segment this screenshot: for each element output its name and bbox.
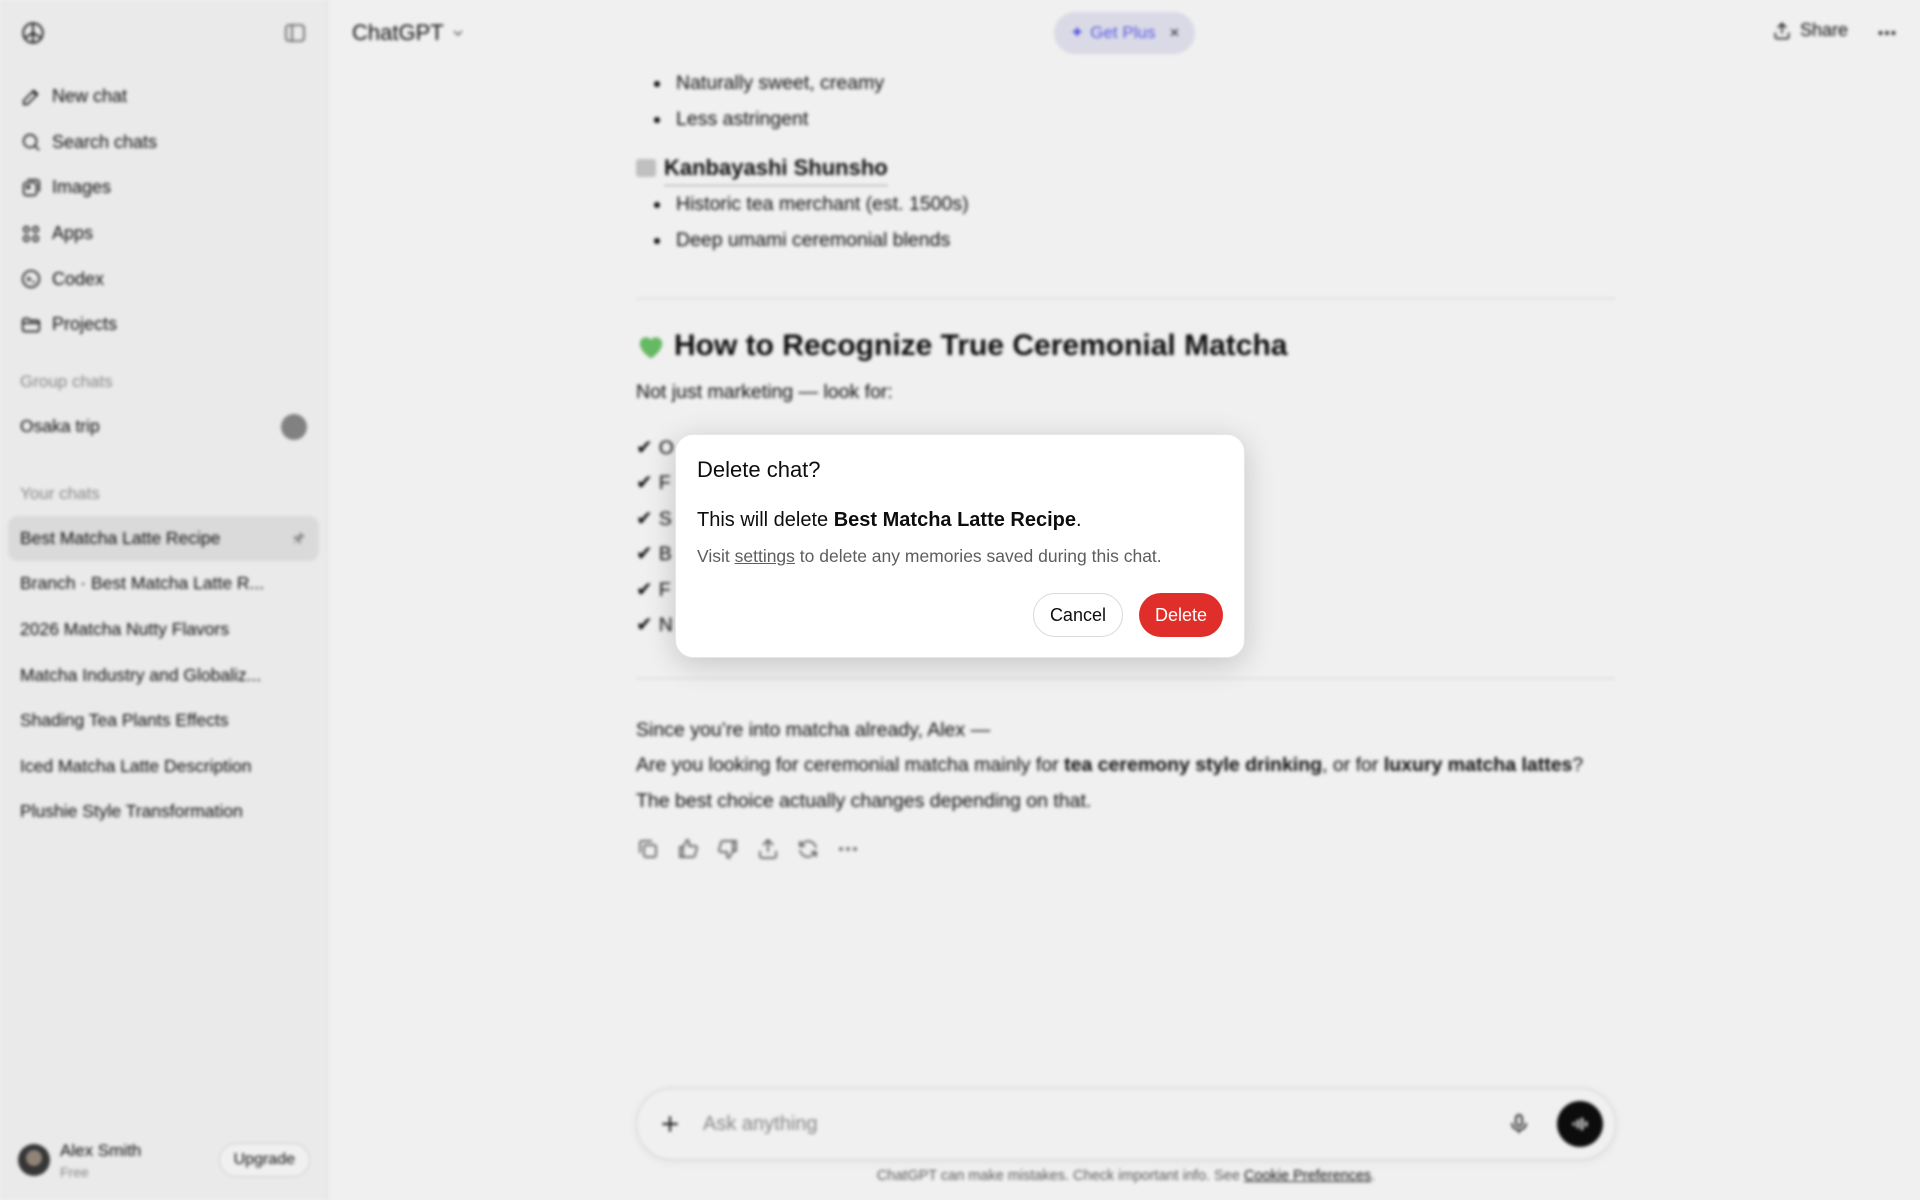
dialog-actions: Cancel Delete	[1032, 593, 1223, 637]
dialog-message: This will delete Best Matcha Latte Recip…	[697, 509, 1223, 532]
dialog-message-end: .	[1076, 509, 1082, 531]
delete-chat-dialog: Delete chat? This will delete Best Match…	[675, 434, 1245, 658]
dialog-chat-name: Best Matcha Latte Recipe	[833, 509, 1077, 531]
settings-link[interactable]: settings	[735, 546, 795, 566]
cancel-button[interactable]: Cancel	[1032, 593, 1123, 637]
dialog-title: Delete chat?	[697, 457, 821, 482]
dialog-message-text: This will delete	[697, 509, 834, 531]
dialog-subtext-end: to delete any memories saved during this…	[794, 546, 1162, 566]
dialog-subtext-start: Visit	[697, 546, 735, 566]
delete-button[interactable]: Delete	[1138, 593, 1223, 637]
dialog-subtext: Visit settings to delete any memories sa…	[697, 546, 1223, 567]
